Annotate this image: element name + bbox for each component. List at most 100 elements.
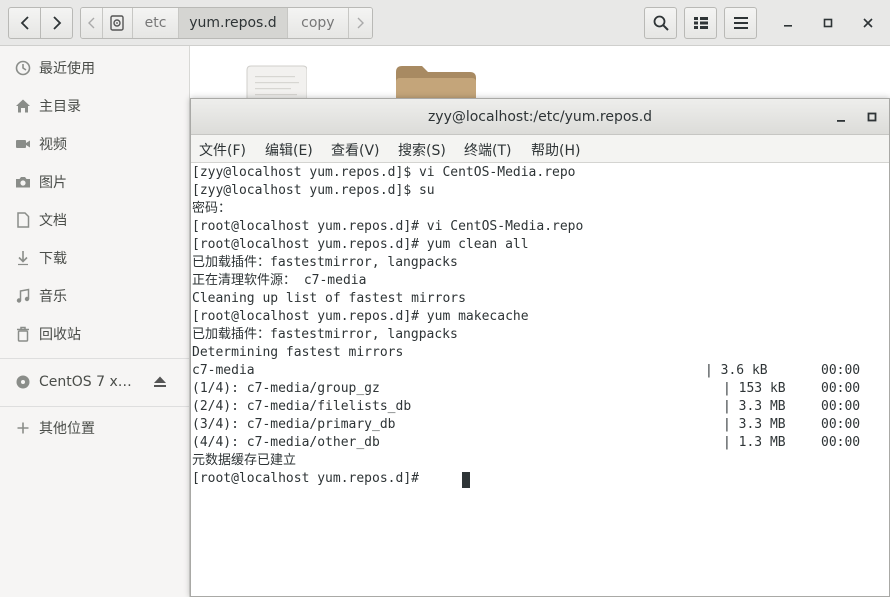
- terminal-line: [root@localhost yum.repos.d]# vi CentOS-…: [192, 219, 584, 234]
- sidebar-item-label: 其他位置: [39, 421, 95, 437]
- terminal-line: 密码：: [192, 201, 232, 216]
- terminal-line: 正在清理软件源： c7-media: [192, 273, 367, 288]
- plus-icon: [14, 419, 32, 437]
- document-icon: [14, 211, 32, 229]
- sidebar-item-trash[interactable]: 回收站: [0, 315, 189, 353]
- sidebar-item-cdrom[interactable]: CentOS 7 x…: [0, 363, 189, 401]
- sidebar-divider: [0, 406, 189, 407]
- camera-icon: [14, 173, 32, 191]
- download-time: 00:00: [821, 399, 861, 414]
- terminal-titlebar[interactable]: zyy@localhost:/etc/yum.repos.d: [191, 99, 889, 135]
- terminal-cursor: [462, 472, 470, 488]
- terminal-minimize-button[interactable]: [831, 107, 851, 127]
- terminal-line: Cleaning up list of fastest mirrors: [192, 291, 466, 306]
- terminal-line: (1/4): c7-media/group_gz: [192, 381, 380, 396]
- download-size: | 3.3 MB: [723, 417, 786, 432]
- minimize-icon: [784, 25, 792, 27]
- menu-search[interactable]: 搜索(S): [398, 140, 446, 160]
- back-button[interactable]: [8, 7, 41, 39]
- terminal-line: 元数据缓存已建立: [192, 453, 297, 468]
- terminal-line: [zyy@localhost yum.repos.d]$ vi CentOS-M…: [192, 165, 576, 180]
- download-time: 00:00: [821, 435, 861, 450]
- search-button[interactable]: [644, 7, 677, 39]
- clock-icon: [14, 59, 32, 77]
- sidebar-item-label: 音乐: [39, 289, 67, 305]
- terminal-window: zyy@localhost:/etc/yum.repos.d 文件(F) 编辑(…: [190, 98, 890, 597]
- menu-view[interactable]: 查看(V): [331, 140, 380, 160]
- sidebar-item-pictures[interactable]: 图片: [0, 163, 189, 201]
- terminal-output[interactable]: [zyy@localhost yum.repos.d]$ vi CentOS-M…: [191, 164, 889, 596]
- file-icon[interactable]: [245, 62, 308, 103]
- minimize-icon: [837, 120, 845, 122]
- sidebar-divider: [0, 358, 189, 359]
- sidebar-item-music[interactable]: 音乐: [0, 277, 189, 315]
- sidebar-item-videos[interactable]: 视频: [0, 125, 189, 163]
- terminal-line: Determining fastest mirrors: [192, 345, 404, 360]
- drive-icon: [110, 15, 124, 31]
- menu-help[interactable]: 帮助(H): [531, 140, 580, 160]
- terminal-line: [root@localhost yum.repos.d]# yum clean …: [192, 237, 529, 252]
- path-bar: etc yum.repos.d copy: [80, 7, 373, 39]
- menu-edit[interactable]: 编辑(E): [265, 140, 313, 160]
- maximize-button[interactable]: [817, 12, 839, 34]
- terminal-line: 已加载插件：fastestmirror, langpacks: [192, 255, 458, 270]
- terminal-title: zyy@localhost:/etc/yum.repos.d: [427, 109, 653, 125]
- close-icon: [863, 18, 873, 28]
- terminal-line: (3/4): c7-media/primary_db: [192, 417, 396, 432]
- sidebar-item-label: 文档: [39, 213, 67, 229]
- sidebar-item-label: 视频: [39, 137, 67, 153]
- sidebar-item-downloads[interactable]: 下载: [0, 239, 189, 277]
- download-icon: [14, 249, 32, 267]
- eject-icon[interactable]: [152, 374, 168, 390]
- download-time: 00:00: [821, 363, 861, 378]
- search-icon: [653, 15, 669, 31]
- minimize-button[interactable]: [777, 12, 799, 34]
- path-segment-copy[interactable]: copy: [287, 8, 350, 38]
- terminal-menubar: 文件(F) 编辑(E) 查看(V) 搜索(S) 终端(T) 帮助(H): [191, 135, 889, 163]
- sidebar-item-label: CentOS 7 x…: [39, 374, 132, 390]
- sidebar-item-recent[interactable]: 最近使用: [0, 49, 189, 87]
- terminal-line: (4/4): c7-media/other_db: [192, 435, 380, 450]
- chevron-right-icon: [52, 16, 61, 30]
- download-time: 00:00: [821, 417, 861, 432]
- sidebar-item-label: 最近使用: [39, 61, 95, 77]
- sidebar-item-label: 图片: [39, 175, 67, 191]
- sidebar-item-home[interactable]: 主目录: [0, 87, 189, 125]
- menu-terminal[interactable]: 终端(T): [464, 140, 511, 160]
- list-view-icon: [693, 17, 708, 29]
- chevron-right-icon: [357, 17, 365, 29]
- terminal-line: c7-media: [192, 363, 255, 378]
- download-size: | 3.6 kB: [705, 363, 768, 378]
- maximize-icon: [823, 18, 833, 28]
- sidebar-item-label: 下载: [39, 251, 67, 267]
- path-segment-etc[interactable]: etc: [132, 8, 180, 38]
- path-segment-drive[interactable]: [102, 8, 133, 38]
- path-segment-current[interactable]: yum.repos.d: [179, 8, 288, 38]
- terminal-line: [root@localhost yum.repos.d]# yum makeca…: [192, 309, 529, 324]
- folder-icon[interactable]: [396, 66, 476, 102]
- path-scroll-right-button[interactable]: [349, 8, 372, 38]
- sidebar-item-other-locations[interactable]: 其他位置: [0, 409, 189, 447]
- maximize-icon: [867, 112, 877, 122]
- terminal-maximize-button[interactable]: [862, 107, 882, 127]
- terminal-line: (2/4): c7-media/filelists_db: [192, 399, 412, 414]
- menu-file[interactable]: 文件(F): [199, 140, 246, 160]
- download-size: | 3.3 MB: [723, 399, 786, 414]
- menu-button[interactable]: [724, 7, 757, 39]
- sidebar-item-label: 回收站: [39, 327, 81, 343]
- video-icon: [14, 135, 32, 153]
- chevron-left-icon: [20, 16, 29, 30]
- sidebar-item-documents[interactable]: 文档: [0, 201, 189, 239]
- terminal-prompt: [root@localhost yum.repos.d]#: [192, 471, 427, 486]
- forward-button[interactable]: [40, 7, 73, 39]
- close-button[interactable]: [857, 12, 879, 34]
- download-size: | 1.3 MB: [723, 435, 786, 450]
- sidebar-item-label: 主目录: [39, 99, 81, 115]
- view-toggle-button[interactable]: [684, 7, 717, 39]
- file-manager-header: etc yum.repos.d copy: [0, 0, 890, 46]
- terminal-line: [zyy@localhost yum.repos.d]$ su: [192, 183, 435, 198]
- download-size: | 153 kB: [723, 381, 786, 396]
- path-scroll-left-button[interactable]: [81, 8, 103, 38]
- terminal-line: 已加载插件：fastestmirror, langpacks: [192, 327, 458, 342]
- trash-icon: [14, 325, 32, 343]
